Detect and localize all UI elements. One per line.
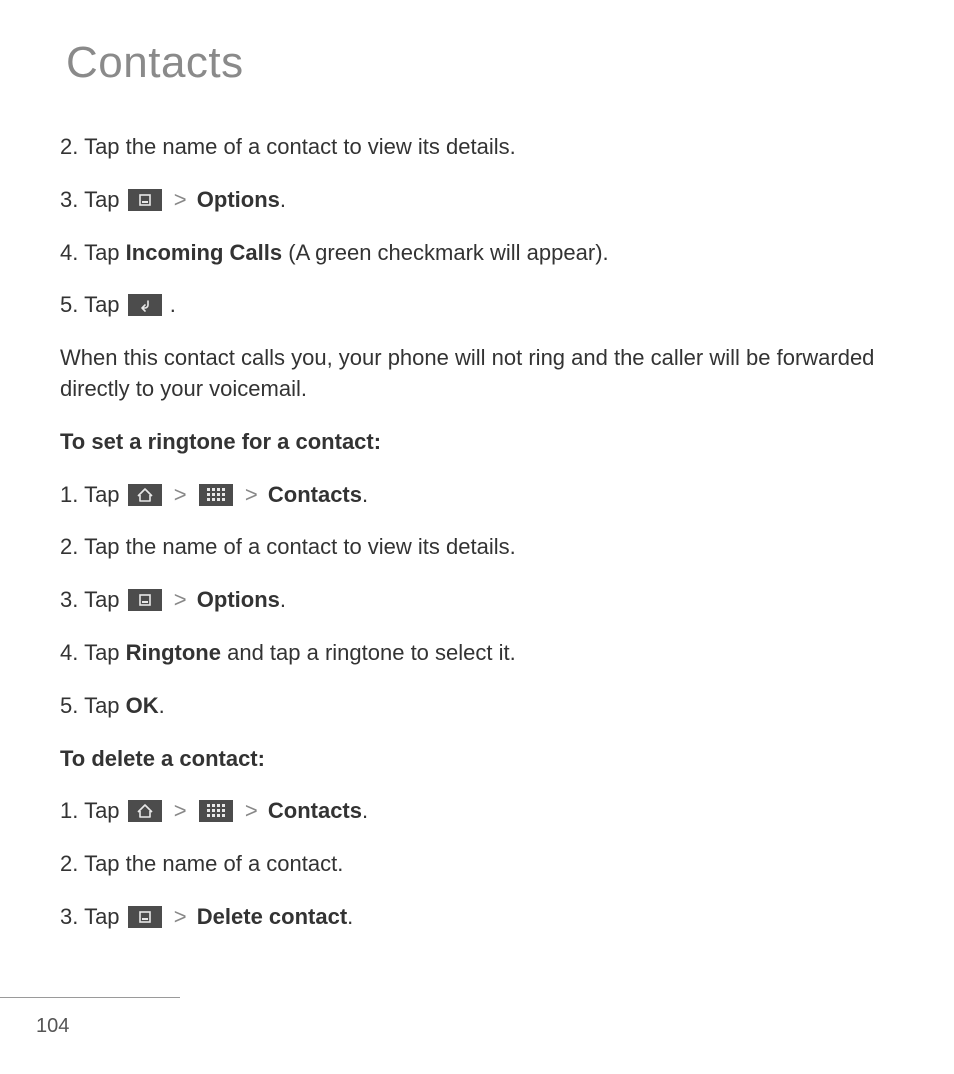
note-text: When this contact calls you, your phone …	[60, 343, 884, 405]
bold-text: Options	[197, 187, 280, 212]
text: .	[280, 587, 286, 612]
subheading: To set a ringtone for a contact:	[60, 427, 884, 458]
apps-grid-icon	[199, 484, 233, 506]
step-b1: 1. Tap > > Contacts.	[60, 480, 884, 511]
bold-text: Incoming Calls	[126, 240, 282, 265]
separator: >	[170, 798, 191, 823]
step-c2: 2. Tap the name of a contact.	[60, 849, 884, 880]
separator: >	[170, 904, 191, 929]
separator: >	[241, 482, 262, 507]
back-icon	[128, 294, 162, 316]
manual-page: Contacts 2. Tap the name of a contact to…	[0, 0, 954, 1074]
apps-grid-icon	[199, 800, 233, 822]
step-a5: 5. Tap .	[60, 290, 884, 321]
text: 1. Tap	[60, 798, 126, 823]
step-a3: 3. Tap > Options.	[60, 185, 884, 216]
text: and tap a ringtone to select it.	[221, 640, 516, 665]
subheading: To delete a contact:	[60, 744, 884, 775]
text: A green checkmark will appear	[296, 240, 596, 265]
text: 2. Tap the name of a contact.	[60, 851, 343, 876]
text: 2. Tap the name of a contact to view its…	[60, 534, 516, 559]
body-text: 2. Tap the name of a contact to view its…	[60, 132, 884, 933]
text: .	[159, 693, 165, 718]
text: .	[362, 798, 368, 823]
text: .	[170, 292, 176, 317]
separator: >	[170, 187, 191, 212]
step-b4: 4. Tap Ringtone and tap a ringtone to se…	[60, 638, 884, 669]
bold-text: Options	[197, 587, 280, 612]
text: 3. Tap	[60, 187, 126, 212]
step-c3: 3. Tap > Delete contact.	[60, 902, 884, 933]
separator: >	[170, 587, 191, 612]
text: .	[362, 482, 368, 507]
step-c1: 1. Tap > > Contacts.	[60, 796, 884, 827]
text: 4. Tap	[60, 640, 126, 665]
page-title: Contacts	[66, 38, 884, 88]
step-b5: 5. Tap OK.	[60, 691, 884, 722]
home-icon	[128, 800, 162, 822]
step-b3: 3. Tap > Options.	[60, 585, 884, 616]
step-a4: 4. Tap Incoming Calls (A green checkmark…	[60, 238, 884, 269]
separator: >	[241, 798, 262, 823]
page-number: 104	[36, 1015, 69, 1038]
bold-text: Delete contact	[197, 904, 347, 929]
menu-icon	[128, 189, 162, 211]
home-icon	[128, 484, 162, 506]
text: 3. Tap	[60, 904, 126, 929]
text: ).	[595, 240, 608, 265]
text: 3. Tap	[60, 587, 126, 612]
text: .	[347, 904, 353, 929]
text: 4. Tap	[60, 240, 126, 265]
menu-icon	[128, 906, 162, 928]
text: 1. Tap	[60, 482, 126, 507]
bold-text: Contacts	[268, 798, 362, 823]
bold-text: Contacts	[268, 482, 362, 507]
step-a2: 2. Tap the name of a contact to view its…	[60, 132, 884, 163]
footer-rule	[0, 997, 180, 998]
text: 5. Tap	[60, 693, 126, 718]
text: 5. Tap	[60, 292, 126, 317]
text: (	[282, 240, 295, 265]
text: 2. Tap the name of a contact to view its…	[60, 134, 516, 159]
menu-icon	[128, 589, 162, 611]
text: .	[280, 187, 286, 212]
step-b2: 2. Tap the name of a contact to view its…	[60, 532, 884, 563]
bold-text: OK	[126, 693, 159, 718]
bold-text: Ringtone	[126, 640, 221, 665]
separator: >	[170, 482, 191, 507]
